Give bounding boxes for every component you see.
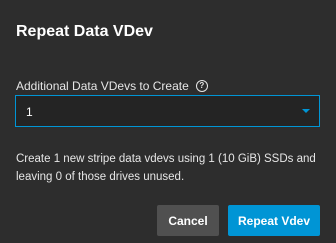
vdev-count-label: Additional Data VDevs to Create ? (16, 78, 208, 94)
vdev-count-label-text: Additional Data VDevs to Create (16, 79, 189, 93)
vdev-count-select[interactable]: 1 (15, 95, 320, 127)
vdev-count-value: 1 (26, 105, 33, 119)
repeat-vdev-dialog: Repeat Data VDev Additional Data VDevs t… (0, 0, 336, 243)
vdev-description: Create 1 new stripe data vdevs using 1 (… (16, 153, 316, 183)
repeat-vdev-button[interactable]: Repeat Vdev (228, 205, 320, 236)
cancel-button[interactable]: Cancel (157, 205, 219, 236)
help-icon[interactable]: ? (195, 80, 208, 92)
chevron-down-icon (302, 109, 310, 113)
dialog-title: Repeat Data VDev (16, 23, 153, 40)
